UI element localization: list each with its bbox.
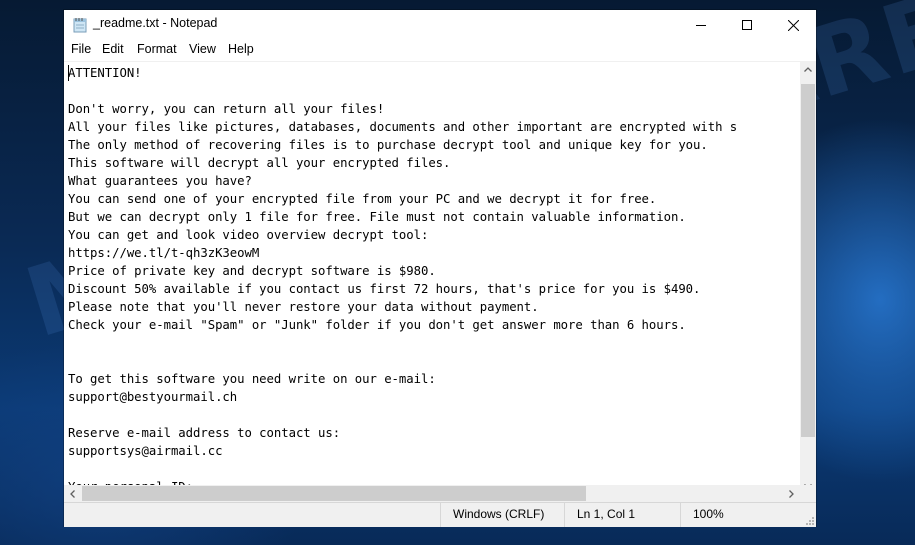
horizontal-scrollbar[interactable] [64,485,800,502]
vertical-scroll-thumb[interactable] [801,84,815,437]
notepad-icon [73,18,87,33]
text-caret [68,65,69,81]
menu-view[interactable]: View [186,42,219,56]
scrollbar-corner [800,485,816,502]
text-editor[interactable]: ATTENTION! Don't worry, you can return a… [64,61,800,496]
title-bar[interactable]: _readme.txt - Notepad [64,10,816,40]
line-ending-status: Windows (CRLF) [440,503,564,527]
chevron-right-icon [789,489,794,498]
minimize-button[interactable] [678,10,724,40]
close-button[interactable] [770,10,816,40]
horizontal-scroll-thumb[interactable] [82,486,586,501]
maximize-icon [742,20,752,30]
scroll-left-button[interactable] [64,485,81,502]
window-title: _readme.txt - Notepad [93,16,218,30]
zoom-status: 100% [680,503,816,527]
chevron-up-icon [804,67,812,72]
notepad-window: _readme.txt - Notepad File Edit Format V… [64,10,816,527]
scroll-right-button[interactable] [783,485,800,502]
resize-grip-icon[interactable] [804,515,814,525]
editor-text[interactable]: ATTENTION! Don't worry, you can return a… [68,64,737,496]
menu-edit[interactable]: Edit [99,42,127,56]
minimize-icon [696,25,706,26]
vertical-scrollbar[interactable] [800,61,816,495]
close-icon [787,19,799,31]
chevron-left-icon [70,489,75,498]
status-bar: Windows (CRLF) Ln 1, Col 1 100% [64,502,816,527]
menu-file[interactable]: File [68,42,94,56]
menu-help[interactable]: Help [225,42,257,56]
cursor-position-status: Ln 1, Col 1 [564,503,680,527]
menu-bar: File Edit Format View Help [64,40,816,61]
maximize-button[interactable] [724,10,770,40]
scroll-up-button[interactable] [800,61,816,78]
menu-format[interactable]: Format [134,42,180,56]
